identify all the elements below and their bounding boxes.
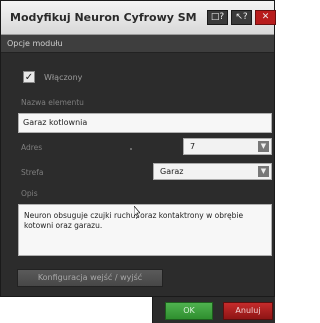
address-value: 7 <box>190 142 196 151</box>
zone-select[interactable]: Garaz ▼ <box>153 163 272 180</box>
enabled-label: Włączony <box>44 73 83 82</box>
chevron-down-icon[interactable]: ▼ <box>258 166 269 177</box>
ok-button[interactable]: OK <box>165 302 213 320</box>
address-select[interactable]: 7 ▼ <box>183 138 272 155</box>
address-label: Adres <box>21 143 43 152</box>
text-cursor-icon <box>134 206 140 218</box>
description-textarea[interactable]: Neuron obsuguje czujki ruchu, oraz konta… <box>18 204 272 256</box>
zone-label: Strefa <box>21 168 44 177</box>
chevron-down-icon[interactable]: ▼ <box>258 141 269 152</box>
title-bar[interactable]: Modyfikuj Neuron Cyfrowy SM □? ↖? ✕ <box>1 1 276 35</box>
dialog-footer: OK Anuluj <box>152 297 275 323</box>
pointer-help-icon[interactable]: ↖? <box>231 10 252 25</box>
screen: Modyfikuj Neuron Cyfrowy SM □? ↖? ✕ Opcj… <box>0 0 276 323</box>
section-header: Opcje modułu <box>1 35 274 53</box>
enabled-checkbox[interactable]: ✓ <box>23 71 35 83</box>
separator-dot <box>130 148 132 150</box>
close-icon[interactable]: ✕ <box>255 10 276 25</box>
zone-value: Garaz <box>160 167 184 176</box>
checkmark-icon: ✓ <box>24 72 34 83</box>
help-window-icon[interactable]: □? <box>207 10 228 25</box>
name-input[interactable]: Garaz kotlownia <box>18 113 272 133</box>
description-label: Opis <box>21 189 38 198</box>
cancel-button[interactable]: Anuluj <box>223 302 273 320</box>
module-dialog: Modyfikuj Neuron Cyfrowy SM □? ↖? ✕ Opcj… <box>0 0 276 297</box>
name-field-label: Nazwa elementu <box>21 98 84 107</box>
dialog-title: Modyfikuj Neuron Cyfrowy SM <box>10 11 197 24</box>
io-config-button[interactable]: Konfiguracja wejść / wyjść <box>17 269 163 287</box>
